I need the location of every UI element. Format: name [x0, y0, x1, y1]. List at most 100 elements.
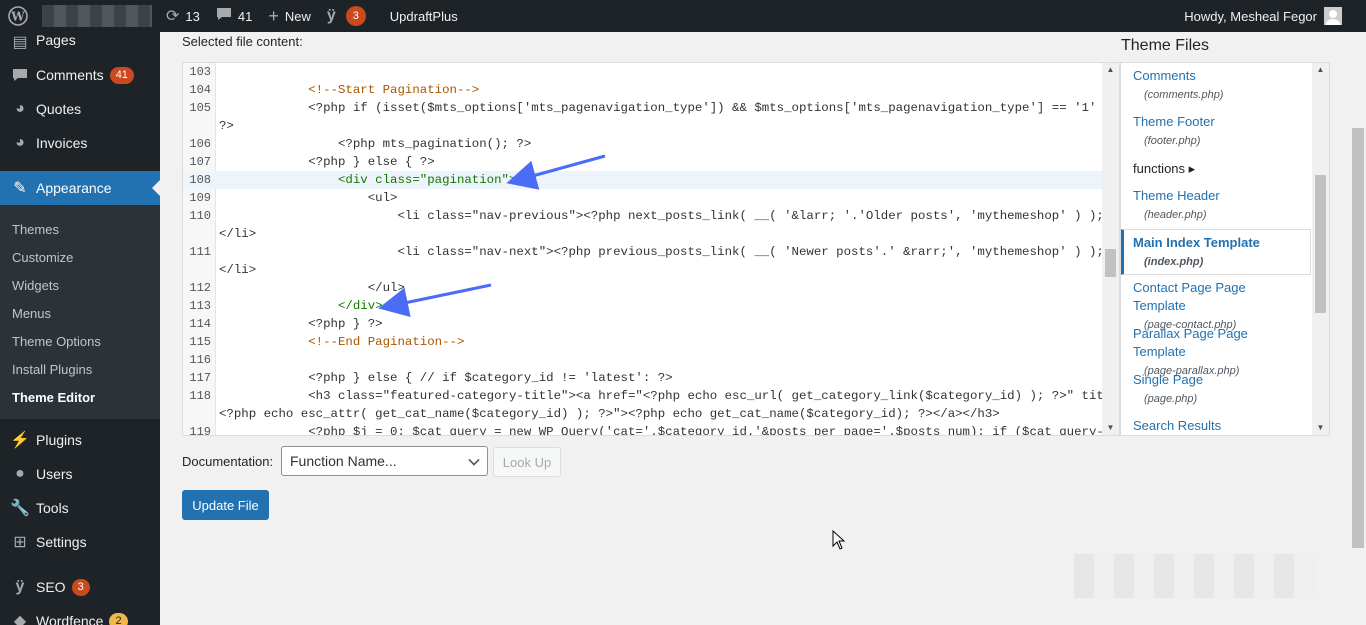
theme-file-item[interactable]: Search Results (search.php): [1121, 413, 1311, 436]
submenu-themes[interactable]: Themes: [0, 215, 160, 243]
submenu-theme-editor[interactable]: Theme Editor: [0, 383, 160, 411]
menu-users[interactable]: ● Users: [0, 457, 160, 491]
theme-file-filename: (comments.php): [1144, 89, 1224, 101]
menu-comments[interactable]: Comments 41: [0, 58, 160, 92]
theme-file-name: Comments: [1133, 68, 1196, 83]
line-number: 116: [189, 353, 211, 367]
wordfence-icon: ◆: [13, 613, 27, 625]
code-lines: 103 104 <!--Start Pagination--> 105 <?php …: [183, 63, 1119, 435]
editor-scroll-thumb[interactable]: [1105, 249, 1116, 277]
submenu-customize[interactable]: Customize: [0, 243, 160, 271]
theme-files-title: Theme Files: [1121, 37, 1210, 54]
line-number: 115: [189, 335, 211, 349]
avatar[interactable]: [1324, 7, 1342, 25]
menu-seo[interactable]: ÿ SEO 3: [0, 570, 160, 604]
menu-appearance[interactable]: ✎ Appearance: [0, 171, 160, 205]
updraftplus-link[interactable]: UpdraftPlus: [374, 0, 466, 32]
code-line: 106 <?php mts_pagination(); ?>: [183, 135, 1103, 153]
submenu-menus[interactable]: Menus: [0, 299, 160, 327]
menu-tools[interactable]: 🔧 Tools: [0, 491, 160, 525]
line-text: <li class="nav-previous"><?php next_post…: [219, 209, 1120, 223]
line-number: 111: [189, 245, 211, 259]
menu-invoices[interactable]: ◕ Invoices: [0, 126, 160, 160]
line-number: 108: [189, 173, 211, 187]
updates-link[interactable]: ⟳ 13: [158, 0, 208, 32]
update-file-button[interactable]: Update File: [182, 490, 269, 520]
theme-file-name: Parallax Page Page Template: [1133, 326, 1248, 359]
yoast-icon: ÿ: [326, 7, 336, 24]
theme-file-item[interactable]: Main Index Template (index.php): [1121, 229, 1311, 275]
new-content-link[interactable]: + New: [260, 0, 319, 32]
line-text: <!--Start Pagination-->: [219, 83, 480, 97]
line-text: </li>: [219, 227, 257, 241]
scroll-down-arrow-icon[interactable]: ▼: [1312, 421, 1329, 435]
seo-icon: ÿ: [15, 578, 25, 595]
menu-settings[interactable]: ⊞ Settings: [0, 525, 160, 559]
theme-file-item[interactable]: Contact Page Page Template (page-contact.…: [1121, 275, 1311, 331]
comment-bubble-icon: [216, 7, 232, 26]
code-editor[interactable]: 103 104 <!--Start Pagination--> 105 <?php …: [182, 62, 1120, 436]
theme-files-list: Comments (comments.php) Theme Footer (foote…: [1121, 63, 1311, 436]
theme-file-item[interactable]: functions ▸: [1121, 155, 1311, 183]
comments-count-badge: 41: [109, 66, 134, 84]
theme-file-filename: (search.php): [1133, 435, 1299, 436]
users-icon: ●: [15, 465, 25, 482]
page-scrollbar[interactable]: [1350, 32, 1366, 625]
line-text: <ul>: [219, 191, 398, 205]
theme-file-item[interactable]: Theme Footer (footer.php): [1121, 109, 1311, 155]
code-line: </li>: [183, 261, 1103, 279]
tools-icon: 🔧: [10, 500, 30, 517]
site-name-redacted[interactable]: [42, 5, 152, 27]
line-number: 104: [189, 83, 211, 97]
redacted-area: [1074, 554, 1314, 598]
code-line: 116: [183, 351, 1103, 369]
menu-plugins[interactable]: ⚡ Plugins: [0, 423, 160, 457]
scroll-up-arrow-icon[interactable]: ▲: [1312, 63, 1329, 77]
menu-pages[interactable]: ▤ Pages: [0, 32, 160, 52]
line-number: 107: [189, 155, 211, 169]
submenu-theme-options[interactable]: Theme Options: [0, 327, 160, 355]
appearance-submenu: Themes Customize Widgets Menus Theme Opt…: [0, 205, 160, 419]
theme-file-item[interactable]: Parallax Page Page Template (page-paralla…: [1121, 321, 1311, 377]
submenu-install-plugins[interactable]: Install Plugins: [0, 355, 160, 383]
line-text: </li>: [219, 263, 257, 277]
theme-file-filename: (footer.php): [1144, 135, 1201, 147]
admin-bar: W ⟳ 13 41 + New ÿ 3 UpdraftPlus Howdy, M…: [0, 0, 1366, 32]
line-number: 112: [189, 281, 211, 295]
line-text: ?>: [219, 119, 234, 133]
menu-quotes[interactable]: ◕ Quotes: [0, 92, 160, 126]
yoast-seo-link[interactable]: ÿ 3: [319, 0, 374, 32]
mouse-cursor-icon: [832, 530, 846, 550]
line-text: <?php mts_pagination(); ?>: [219, 137, 532, 151]
theme-files-scroll-thumb[interactable]: [1315, 175, 1326, 313]
admin-sidebar: ▤ Pages Comments 41 ◕ Quotes ◕ Invoices …: [0, 32, 160, 625]
howdy-user[interactable]: Howdy, Mesheal Fegor: [1184, 9, 1317, 24]
submenu-widgets[interactable]: Widgets: [0, 271, 160, 299]
editor-scrollbar[interactable]: ▲ ▼: [1102, 63, 1119, 435]
function-name-select[interactable]: Function Name...: [281, 446, 488, 476]
theme-files-scrollbar[interactable]: ▲ ▼: [1312, 63, 1329, 435]
page-scroll-thumb[interactable]: [1352, 128, 1364, 548]
wordpress-logo-icon[interactable]: W: [0, 0, 36, 32]
line-number: 117: [189, 371, 211, 385]
theme-file-item[interactable]: Comments (comments.php): [1121, 63, 1311, 109]
line-number: 110: [189, 209, 211, 223]
settings-icon: ⊞: [13, 534, 27, 551]
scroll-up-arrow-icon[interactable]: ▲: [1102, 63, 1119, 77]
theme-file-item[interactable]: Theme Header (header.php): [1121, 183, 1311, 229]
menu-wordfence[interactable]: ◆ Wordfence 2: [0, 604, 160, 625]
line-text: </div>: [219, 299, 383, 313]
comments-link[interactable]: 41: [208, 0, 260, 32]
line-text: <?php } else { ?>: [219, 155, 435, 169]
code-line: 119 <?php $j = 0; $cat_query = new WP_Qu…: [183, 423, 1103, 435]
plus-icon: +: [268, 5, 279, 26]
scroll-down-arrow-icon[interactable]: ▼: [1102, 421, 1119, 435]
code-line: 109 <ul>: [183, 189, 1103, 207]
theme-file-filename: (header.php): [1144, 209, 1207, 221]
theme-file-name: functions ▸: [1133, 161, 1196, 176]
quotes-icon: ◕: [15, 100, 25, 117]
code-line: 115 <!--End Pagination-->: [183, 333, 1103, 351]
look-up-button[interactable]: Look Up: [493, 447, 561, 477]
theme-file-name: Main Index Template: [1133, 235, 1260, 250]
selected-file-label: Selected file content:: [182, 34, 303, 49]
